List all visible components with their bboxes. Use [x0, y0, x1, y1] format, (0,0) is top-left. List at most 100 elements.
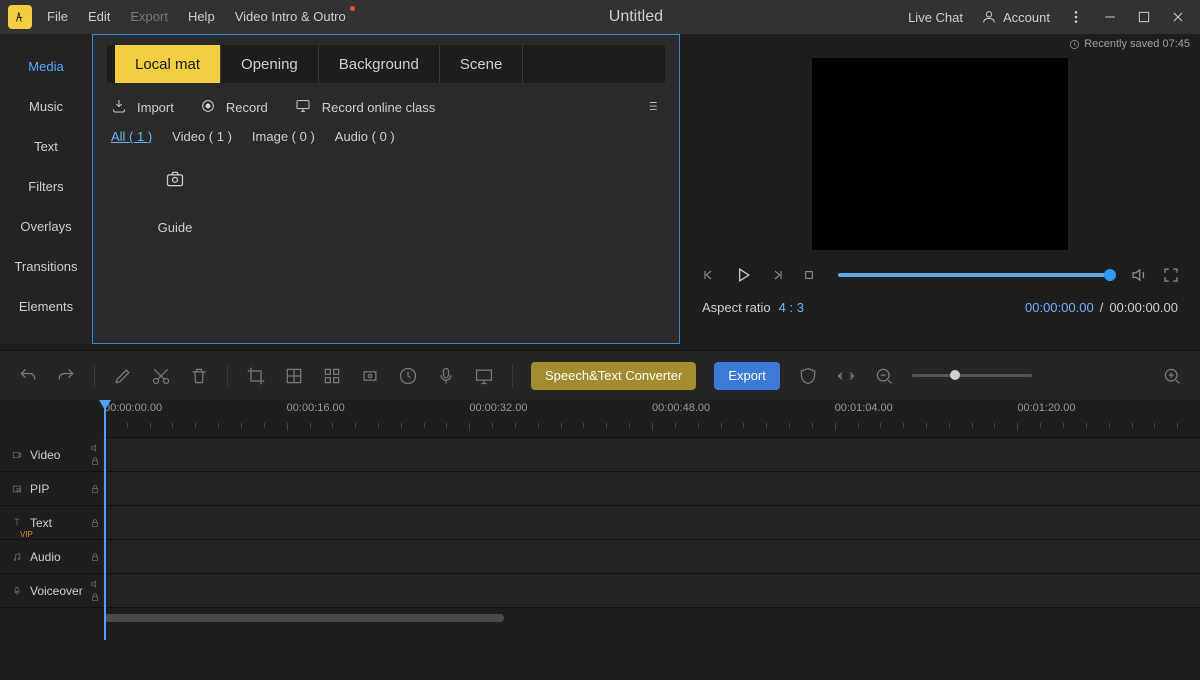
- user-icon: [981, 9, 997, 25]
- volume-icon[interactable]: [1130, 266, 1148, 284]
- media-item-label: Guide: [158, 220, 193, 235]
- track-voiceover[interactable]: Voiceover: [0, 574, 1200, 608]
- mic-icon[interactable]: [436, 366, 456, 386]
- cut-icon[interactable]: [151, 366, 171, 386]
- record-icon: [200, 98, 216, 117]
- crop-icon[interactable]: [246, 366, 266, 386]
- lock-icon[interactable]: [90, 552, 100, 562]
- time-ruler[interactable]: 00:00:00.00 00:00:16.00 00:00:32.00 00:0…: [104, 400, 1200, 438]
- track-label: Text: [30, 516, 52, 530]
- lock-icon[interactable]: [90, 518, 100, 528]
- undo-icon[interactable]: [18, 366, 38, 386]
- speed-icon[interactable]: [398, 366, 418, 386]
- view-list-icon[interactable]: [643, 99, 661, 116]
- menu-help[interactable]: Help: [179, 0, 224, 34]
- sidebar-item-overlays[interactable]: Overlays: [0, 206, 92, 246]
- aspect-ratio-label: Aspect ratio: [702, 300, 771, 315]
- screen-icon[interactable]: [474, 366, 494, 386]
- record-online-button[interactable]: Record online class: [294, 98, 435, 117]
- close-icon[interactable]: [1170, 9, 1186, 25]
- track-text[interactable]: VIP Text: [0, 506, 1200, 540]
- stop-icon[interactable]: [800, 266, 818, 284]
- tab-local[interactable]: Local mat: [115, 45, 221, 83]
- aspect-ratio-value[interactable]: 4 : 3: [779, 300, 804, 315]
- sidebar-item-media[interactable]: Media: [0, 46, 92, 86]
- maximize-icon[interactable]: [1136, 9, 1152, 25]
- timeline: 00:00:00.00 00:00:16.00 00:00:32.00 00:0…: [0, 400, 1200, 630]
- fullscreen-icon[interactable]: [1162, 266, 1180, 284]
- source-tabs: Local mat Opening Background Scene: [107, 45, 665, 83]
- preview-video[interactable]: [812, 58, 1068, 250]
- document-title: Untitled: [609, 8, 663, 26]
- record-label: Record: [226, 100, 268, 115]
- tab-background[interactable]: Background: [319, 45, 440, 83]
- menu-export[interactable]: Export: [121, 0, 177, 34]
- current-time: 00:00:00.00: [1025, 300, 1094, 315]
- zoom-slider[interactable]: [912, 374, 1032, 377]
- media-item-guide[interactable]: Guide: [139, 162, 211, 235]
- more-icon[interactable]: [1068, 9, 1084, 25]
- menu-file[interactable]: File: [38, 0, 77, 34]
- track-pip[interactable]: PIP: [0, 472, 1200, 506]
- total-time: 00:00:00.00: [1109, 300, 1178, 315]
- fit-icon[interactable]: [836, 366, 856, 386]
- sidebar-item-transitions[interactable]: Transitions: [0, 246, 92, 286]
- redo-icon[interactable]: [56, 366, 76, 386]
- playhead[interactable]: [104, 400, 106, 640]
- import-label: Import: [137, 100, 174, 115]
- mosaic-icon[interactable]: [284, 366, 304, 386]
- track-label: Video: [30, 448, 60, 462]
- timeline-scrollbar[interactable]: [104, 614, 504, 622]
- minimize-icon[interactable]: [1102, 9, 1118, 25]
- filter-audio[interactable]: Audio ( 0 ): [335, 129, 395, 144]
- play-icon[interactable]: [732, 264, 754, 286]
- main-menu: File Edit Export Help Video Intro & Outr…: [38, 0, 364, 34]
- record-online-label: Record online class: [322, 100, 435, 115]
- speech-text-button[interactable]: Speech&Text Converter: [531, 362, 696, 390]
- sidebar-item-filters[interactable]: Filters: [0, 166, 92, 206]
- account-button[interactable]: Account: [981, 9, 1050, 25]
- export-button[interactable]: Export: [714, 362, 780, 390]
- category-sidebar: Media Music Text Filters Overlays Transi…: [0, 34, 92, 344]
- delete-icon[interactable]: [189, 366, 209, 386]
- tab-scene[interactable]: Scene: [440, 45, 524, 83]
- account-label: Account: [1003, 10, 1050, 25]
- prev-frame-icon[interactable]: [700, 266, 718, 284]
- filter-video[interactable]: Video ( 1 ): [172, 129, 232, 144]
- sidebar-item-text[interactable]: Text: [0, 126, 92, 166]
- filter-all[interactable]: All ( 1 ): [111, 129, 152, 144]
- filter-image[interactable]: Image ( 0 ): [252, 129, 315, 144]
- monitor-icon: [294, 98, 312, 117]
- zoom-out-icon[interactable]: [874, 366, 894, 386]
- mute-icon[interactable]: [90, 443, 100, 453]
- record-button[interactable]: Record: [200, 98, 268, 117]
- track-label: PIP: [30, 482, 49, 496]
- live-chat-button[interactable]: Live Chat: [908, 10, 963, 25]
- sidebar-item-music[interactable]: Music: [0, 86, 92, 126]
- menu-intro-outro[interactable]: Video Intro & Outro: [226, 0, 364, 34]
- sidebar-item-elements[interactable]: Elements: [0, 286, 92, 326]
- menu-edit[interactable]: Edit: [79, 0, 119, 34]
- tab-opening[interactable]: Opening: [221, 45, 319, 83]
- mute-icon[interactable]: [90, 579, 100, 589]
- next-frame-icon[interactable]: [768, 266, 786, 284]
- track-video[interactable]: Video: [0, 438, 1200, 472]
- edit-icon[interactable]: [113, 366, 133, 386]
- track-label: Audio: [30, 550, 61, 564]
- track-label: Voiceover: [30, 584, 83, 598]
- playback-progress[interactable]: [838, 273, 1110, 277]
- app-logo: [8, 5, 32, 29]
- zoom-in-icon[interactable]: [1162, 366, 1182, 386]
- import-button[interactable]: Import: [111, 98, 174, 117]
- shield-icon[interactable]: [798, 366, 818, 386]
- lock-icon[interactable]: [90, 592, 100, 602]
- grid-icon[interactable]: [322, 366, 342, 386]
- titlebar: File Edit Export Help Video Intro & Outr…: [0, 0, 1200, 34]
- preview-panel: Recently saved 07:45 Aspect ratio 4 : 3 …: [680, 34, 1200, 344]
- track-audio[interactable]: Audio: [0, 540, 1200, 574]
- freeze-icon[interactable]: [360, 366, 380, 386]
- lock-icon[interactable]: [90, 484, 100, 494]
- recently-saved-label: Recently saved 07:45: [680, 34, 1200, 50]
- timeline-toolbar: Speech&Text Converter Export: [0, 350, 1200, 400]
- lock-icon[interactable]: [90, 456, 100, 466]
